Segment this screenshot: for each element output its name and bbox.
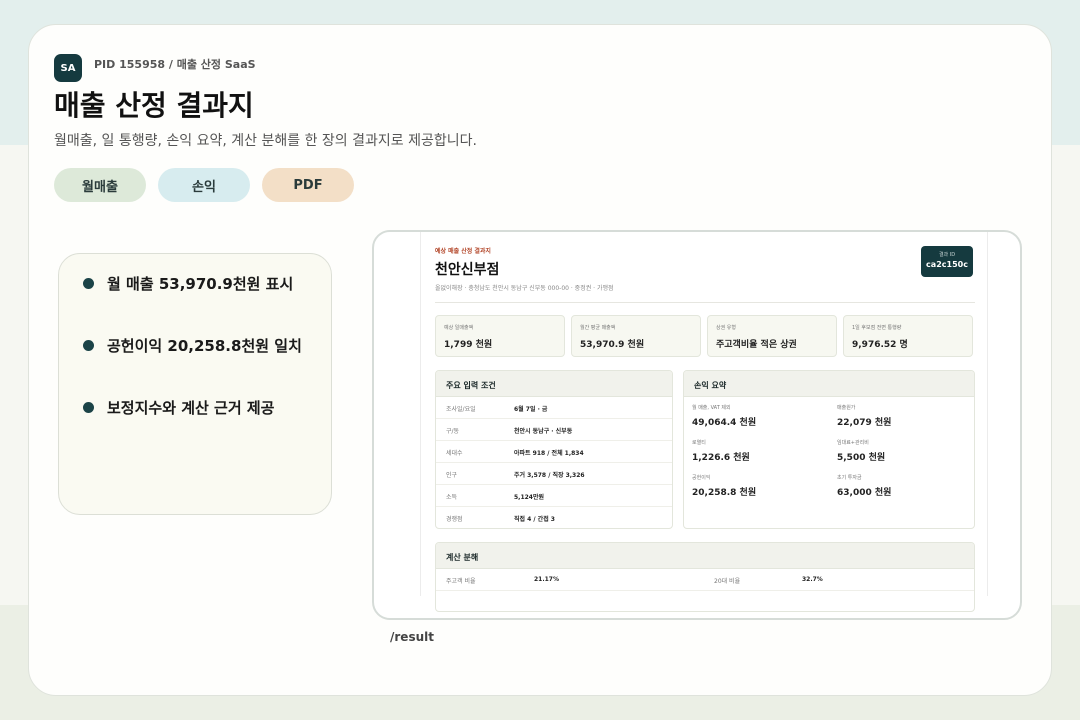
profit-loss-panel-title: 손익 요약	[684, 371, 974, 397]
input-key: 세대수	[446, 450, 463, 457]
stat-card-monthly-sales: 월간 평균 매출액 53,970.9 천원	[571, 315, 701, 357]
pl-label: 초기 투자금	[837, 475, 862, 481]
input-value: 6월 7일 · 금	[514, 406, 548, 413]
page-subtitle: 월매출, 일 통행량, 손익 요약, 계산 분해를 한 장의 결과지로 제공합니…	[54, 133, 477, 149]
stat-card-traffic: 1일 후보점 전면 통행량 9,976.52 명	[843, 315, 973, 357]
stat-value: 1,799 천원	[444, 340, 493, 350]
feature-item: 월 매출 53,970.9천원 표시	[83, 273, 293, 294]
stat-label: 월간 평균 매출액	[580, 325, 616, 331]
pl-value: 63,000 천원	[837, 488, 892, 498]
route-path: /result	[390, 630, 434, 644]
pl-label: 공헌이익	[692, 475, 711, 481]
store-name: 천안신부점	[435, 262, 500, 278]
bullet-dot-icon	[83, 340, 94, 351]
pl-label: 월 매출, VAT 제외	[692, 405, 731, 411]
feature-text: 월 매출 53,970.9천원 표시	[107, 275, 294, 293]
tag-profit-loss: 손익	[158, 168, 250, 202]
result-eyebrow: 예상 매출 산정 결과지	[435, 248, 491, 255]
pl-item: 임대료+관리비 5,500 천원	[837, 439, 885, 463]
store-meta: 올없이해장 · 충청남도 천안시 동남구 신부동 000-00 · 중정권 · …	[435, 285, 614, 292]
result-id-value: ca2c150c	[926, 260, 968, 269]
input-row: 구/동 천안시 동남구 · 신부동	[436, 419, 672, 441]
input-value: 5,124만원	[514, 494, 545, 501]
pl-item: 초기 투자금 63,000 천원	[837, 474, 891, 498]
pl-item: 공헌이익 20,258.8 천원	[692, 474, 756, 498]
project-id: PID 155958 / 매출 산정 SaaS	[94, 58, 256, 71]
pl-label: 로열티	[692, 440, 706, 446]
input-key: 경쟁점	[446, 516, 463, 523]
tag-pdf: PDF	[262, 168, 354, 202]
feature-text: 보정지수와 계산 근거 제공	[107, 399, 275, 417]
page-title: 매출 산정 결과지	[54, 89, 254, 122]
input-row: 조사일/요일 6월 7일 · 금	[436, 397, 672, 419]
pl-item: 로열티 1,226.6 천원	[692, 439, 750, 463]
result-screenshot: 예상 매출 산정 결과지 천안신부점 올없이해장 · 충청남도 천안시 동남구 …	[372, 230, 1022, 620]
calc-value: 32.7%	[802, 576, 823, 583]
input-row: 세대수 아파트 918 / 전체 1,834	[436, 441, 672, 463]
input-key: 조사일/요일	[446, 406, 476, 413]
pl-value: 49,064.4 천원	[692, 418, 757, 428]
bullet-dot-icon	[83, 402, 94, 413]
profit-loss-panel: 손익 요약 월 매출, VAT 제외 49,064.4 천원 매출원가 22,0…	[683, 370, 975, 529]
inputs-panel-title: 주요 입력 조건	[436, 371, 672, 397]
app-badge: SA	[54, 54, 82, 82]
inputs-panel: 주요 입력 조건 조사일/요일 6월 7일 · 금 구/동 천안시 동남구 · …	[435, 370, 673, 529]
input-value: 주거 3,578 / 직장 3,326	[514, 472, 585, 479]
stat-card-area-type: 상권 유형 주고객비율 적은 상권	[707, 315, 837, 357]
calc-key: 주고객 비율	[446, 578, 476, 585]
pl-value: 1,226.6 천원	[692, 453, 750, 463]
input-key: 소득	[446, 494, 458, 501]
pl-label: 매출원가	[837, 405, 856, 411]
pl-value: 20,258.8 천원	[692, 488, 757, 498]
stat-card-daily-sales: 예상 일매출액 1,799 천원	[435, 315, 565, 357]
divider	[435, 302, 975, 303]
pl-value: 22,079 천원	[837, 418, 892, 428]
input-row: 경쟁점 직접 4 / 간접 3	[436, 507, 672, 528]
feature-text: 공헌이익 20,258.8천원 일치	[107, 337, 302, 355]
pl-item: 매출원가 22,079 천원	[837, 404, 891, 428]
input-key: 인구	[446, 472, 458, 479]
calc-key: 20대 비율	[714, 578, 741, 585]
input-row: 인구 주거 3,578 / 직장 3,326	[436, 463, 672, 485]
stat-value: 주고객비율 적은 상권	[716, 340, 797, 350]
stat-label: 예상 일매출액	[444, 325, 474, 331]
input-row: 소득 5,124만원	[436, 485, 672, 507]
input-value: 천안시 동남구 · 신부동	[514, 428, 573, 435]
pl-value: 5,500 천원	[837, 453, 886, 463]
input-value: 아파트 918 / 전체 1,834	[514, 450, 584, 457]
calc-row: 주고객 비율 21.17% 20대 비율 32.7%	[436, 569, 974, 591]
stat-label: 1일 후보점 전면 통행량	[852, 325, 902, 331]
feature-list: 월 매출 53,970.9천원 표시 공헌이익 20,258.8천원 일치 보정…	[58, 253, 332, 515]
feature-item: 보정지수와 계산 근거 제공	[83, 397, 274, 418]
stat-label: 상권 유형	[716, 325, 736, 331]
pl-label: 임대료+관리비	[837, 440, 869, 446]
result-page: 예상 매출 산정 결과지 천안신부점 올없이해장 · 충청남도 천안시 동남구 …	[420, 232, 988, 612]
stat-value: 9,976.52 명	[852, 340, 908, 350]
feature-item: 공헌이익 20,258.8천원 일치	[83, 335, 302, 356]
pl-item: 월 매출, VAT 제외 49,064.4 천원	[692, 404, 756, 428]
input-value: 직접 4 / 간접 3	[514, 516, 555, 523]
stat-value: 53,970.9 천원	[580, 340, 645, 350]
result-id-label: 결과 ID	[938, 252, 956, 258]
calc-breakdown-panel: 계산 분해 주고객 비율 21.17% 20대 비율 32.7%	[435, 542, 975, 612]
input-key: 구/동	[446, 428, 460, 435]
result-id-badge: 결과 ID ca2c150c	[921, 246, 973, 277]
calc-value: 21.17%	[534, 576, 559, 583]
tag-monthly-sales: 월매출	[54, 168, 146, 202]
calc-panel-title: 계산 분해	[436, 543, 974, 569]
bullet-dot-icon	[83, 278, 94, 289]
